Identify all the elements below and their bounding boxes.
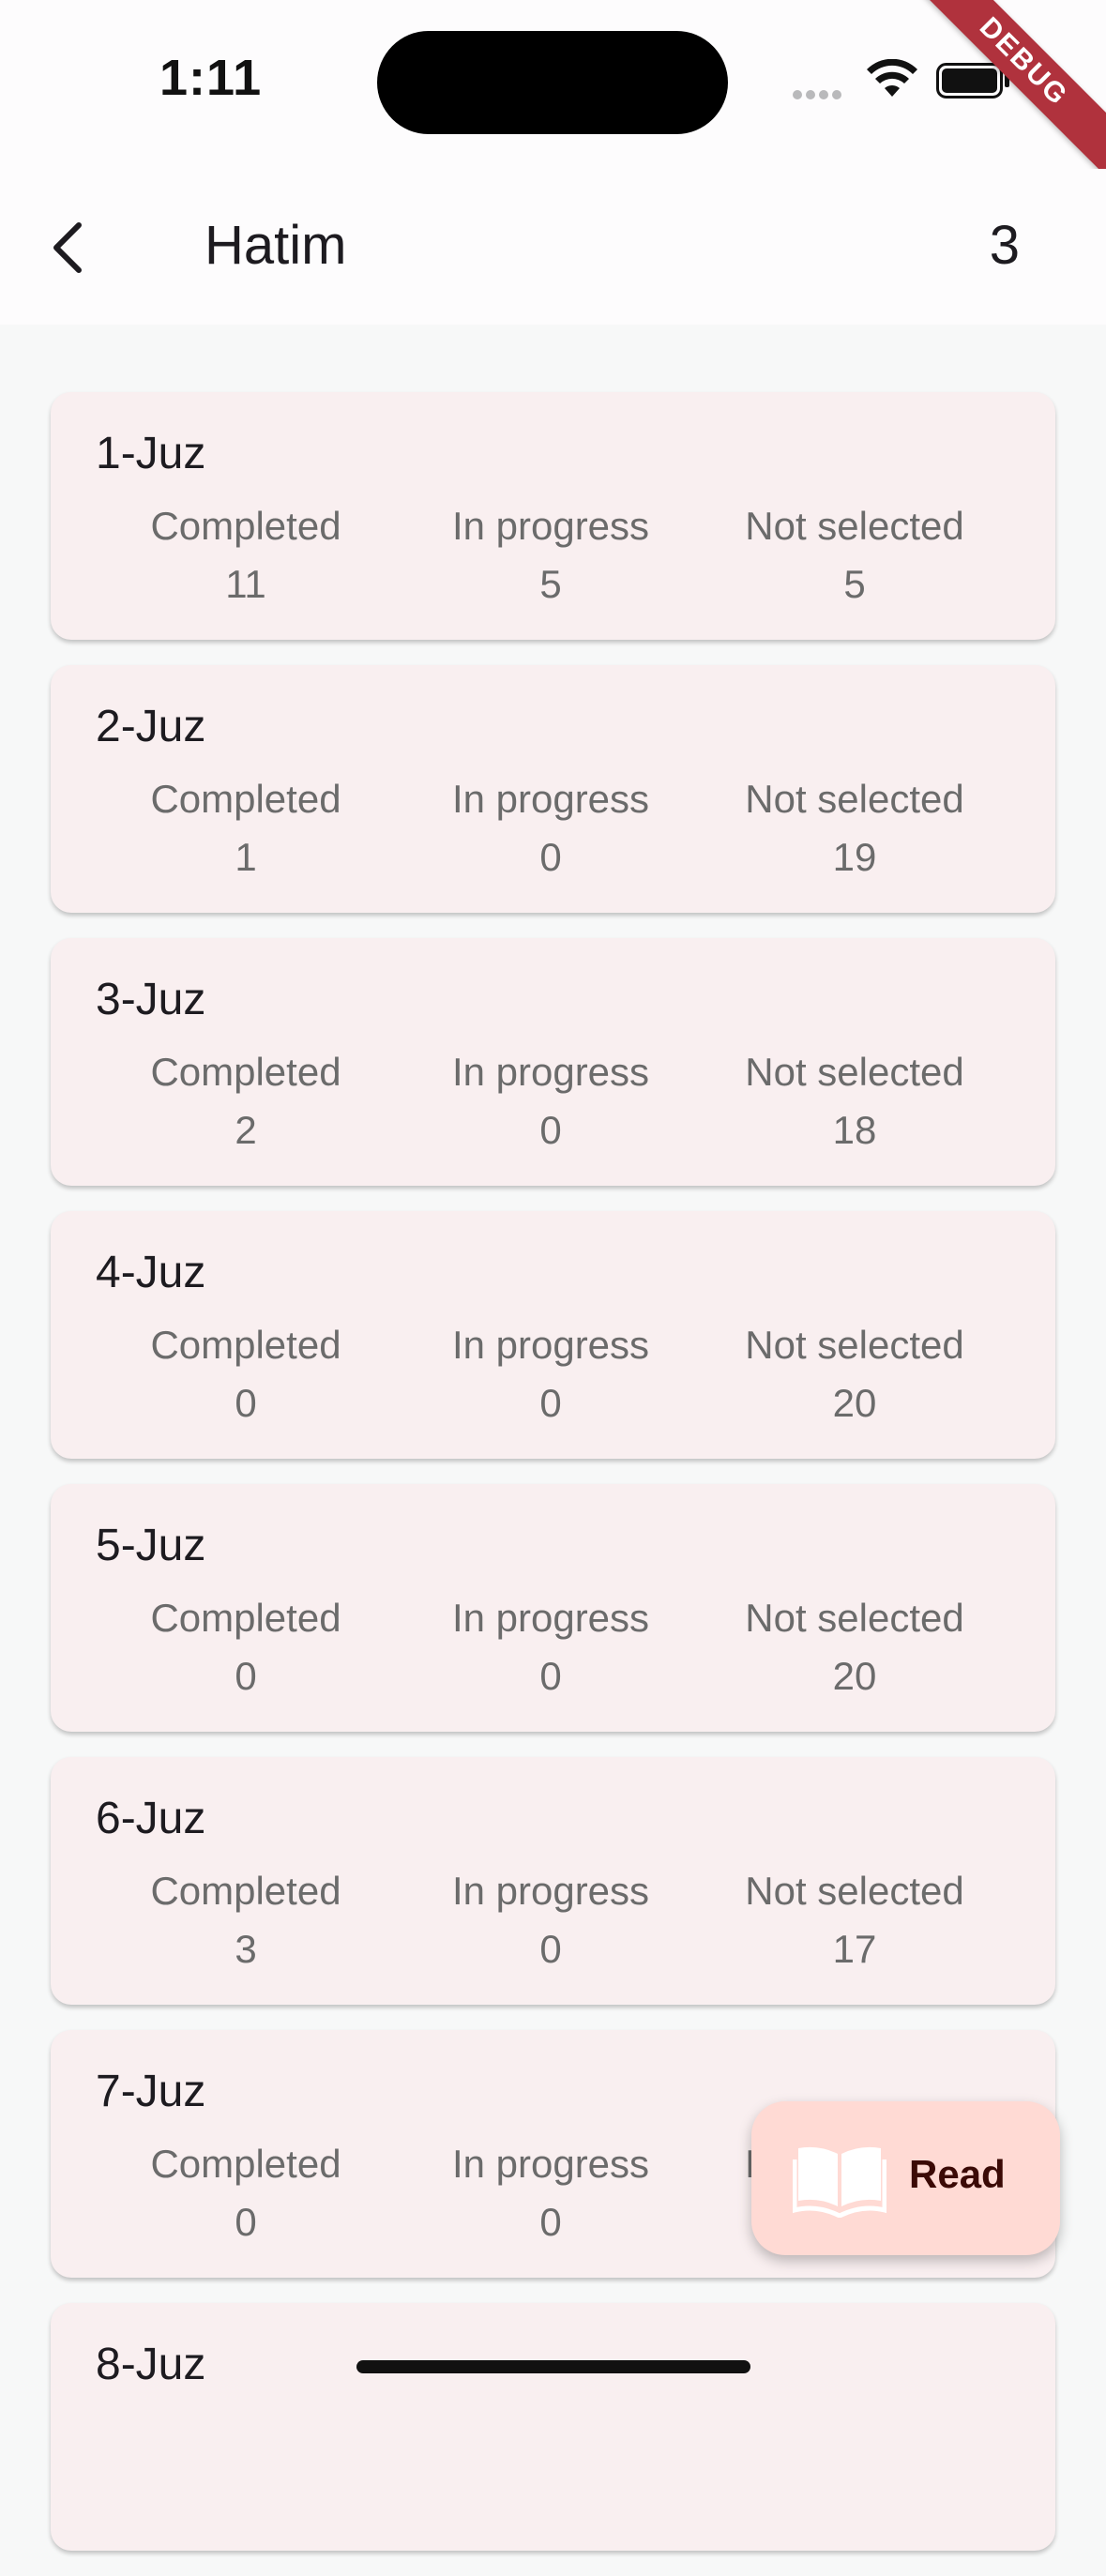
- in-progress-stat: In progress 0: [396, 1862, 705, 1978]
- completed-stat: Completed 3: [91, 1862, 401, 1978]
- not-selected-stat: Not selected 18: [700, 1043, 1009, 1159]
- completed-label: Completed: [150, 1323, 341, 1367]
- read-fab-button[interactable]: Read: [751, 2101, 1060, 2255]
- juz-card[interactable]: 4-Juz Completed 0 In progress 0 Not select…: [51, 1211, 1055, 1459]
- back-button[interactable]: [38, 210, 113, 285]
- juz-title: 4-Juz: [96, 1248, 206, 1297]
- juz-card[interactable]: 3-Juz Completed 2 In progress 0 Not select…: [51, 938, 1055, 1186]
- juz-title: 3-Juz: [96, 975, 206, 1024]
- in-progress-label: In progress: [451, 504, 650, 548]
- not-selected-stat: Not selected 20: [700, 1316, 1009, 1432]
- completed-label: Completed: [150, 2142, 341, 2186]
- completed-value: 3: [235, 1927, 257, 1971]
- arrow-back-icon: [53, 222, 82, 273]
- completed-stat: Completed 0: [91, 1589, 401, 1705]
- not-selected-label: Not selected: [745, 1596, 964, 1640]
- status-time: 1:11: [159, 50, 263, 106]
- in-progress-label: In progress: [451, 1596, 650, 1640]
- completed-value: 2: [235, 1108, 257, 1152]
- completed-label: Completed: [150, 1869, 341, 1913]
- completed-stat: Completed 0: [91, 2135, 401, 2251]
- in-progress-label: In progress: [451, 1323, 650, 1367]
- not-selected-value: 17: [832, 1927, 877, 1971]
- not-selected-label: Not selected: [745, 1323, 964, 1367]
- dynamic-island: [377, 31, 728, 134]
- juz-title: 7-Juz: [96, 2067, 206, 2116]
- not-selected-stat: Not selected 19: [700, 770, 1009, 886]
- juz-card[interactable]: 2-Juz Completed 1 In progress 0 Not select…: [51, 665, 1055, 913]
- in-progress-stat: In progress 0: [396, 2135, 705, 2251]
- juz-title: 2-Juz: [96, 702, 206, 751]
- juz-card[interactable]: 5-Juz Completed 0 In progress 0 Not select…: [51, 1484, 1055, 1732]
- in-progress-stat: In progress 0: [396, 1316, 705, 1432]
- completed-value: 0: [235, 1654, 257, 1698]
- in-progress-stat: In progress 0: [396, 770, 705, 886]
- in-progress-value: 0: [539, 1381, 562, 1425]
- in-progress-value: 0: [539, 835, 562, 879]
- completed-stat: Completed 0: [91, 1316, 401, 1432]
- completed-stat: Completed 1: [91, 770, 401, 886]
- home-indicator: [356, 2360, 750, 2373]
- not-selected-stat: Not selected 20: [700, 1589, 1009, 1705]
- completed-value: 11: [225, 562, 266, 606]
- open-book-icon: [793, 2146, 886, 2218]
- not-selected-label: Not selected: [745, 1050, 964, 1094]
- page-title: Hatim: [205, 215, 347, 276]
- in-progress-value: 0: [539, 2200, 562, 2244]
- juz-card[interactable]: 6-Juz Completed 3 In progress 0 Not select…: [51, 1757, 1055, 2005]
- wifi-icon: [867, 59, 917, 97]
- completed-label: Completed: [150, 504, 341, 548]
- not-selected-label: Not selected: [745, 1869, 964, 1913]
- in-progress-value: 5: [539, 562, 562, 606]
- status-bar: 1:11 DEBUG: [0, 0, 1106, 178]
- completed-label: Completed: [150, 1596, 341, 1640]
- juz-title: 8-Juz: [96, 2340, 206, 2389]
- juz-card[interactable]: 8-Juz: [51, 2303, 1055, 2551]
- juz-title: 6-Juz: [96, 1794, 206, 1843]
- not-selected-value: 20: [832, 1381, 877, 1425]
- completed-stat: Completed 11: [91, 497, 401, 614]
- completed-value: 1: [235, 835, 257, 879]
- in-progress-value: 0: [539, 1108, 562, 1152]
- read-fab-label: Read: [909, 2152, 1006, 2196]
- not-selected-value: 19: [832, 835, 877, 879]
- cellular-signal-icon: [793, 87, 845, 104]
- not-selected-value: 20: [832, 1654, 877, 1698]
- in-progress-label: In progress: [451, 777, 650, 821]
- app-bar: Hatim 3: [0, 169, 1106, 325]
- in-progress-label: In progress: [451, 2142, 650, 2186]
- in-progress-stat: In progress 5: [396, 497, 705, 614]
- hatim-count: 3: [989, 215, 1020, 276]
- in-progress-stat: In progress 0: [396, 1589, 705, 1705]
- not-selected-value: 18: [832, 1108, 877, 1152]
- in-progress-label: In progress: [451, 1869, 650, 1913]
- completed-stat: Completed 2: [91, 1043, 401, 1159]
- juz-card[interactable]: 1-Juz Completed 11 In progress 5 Not selec…: [51, 392, 1055, 640]
- not-selected-stat: Not selected 5: [700, 497, 1009, 614]
- juz-title: 5-Juz: [96, 1521, 206, 1570]
- not-selected-label: Not selected: [745, 777, 964, 821]
- completed-label: Completed: [150, 777, 341, 821]
- not-selected-label: Not selected: [745, 504, 964, 548]
- completed-value: 0: [235, 1381, 257, 1425]
- juz-title: 1-Juz: [96, 429, 206, 478]
- in-progress-stat: In progress 0: [396, 1043, 705, 1159]
- not-selected-stat: Not selected 17: [700, 1862, 1009, 1978]
- in-progress-value: 0: [539, 1927, 562, 1971]
- not-selected-value: 5: [843, 562, 866, 606]
- completed-label: Completed: [150, 1050, 341, 1094]
- in-progress-label: In progress: [451, 1050, 650, 1094]
- completed-value: 0: [235, 2200, 257, 2244]
- in-progress-value: 0: [539, 1654, 562, 1698]
